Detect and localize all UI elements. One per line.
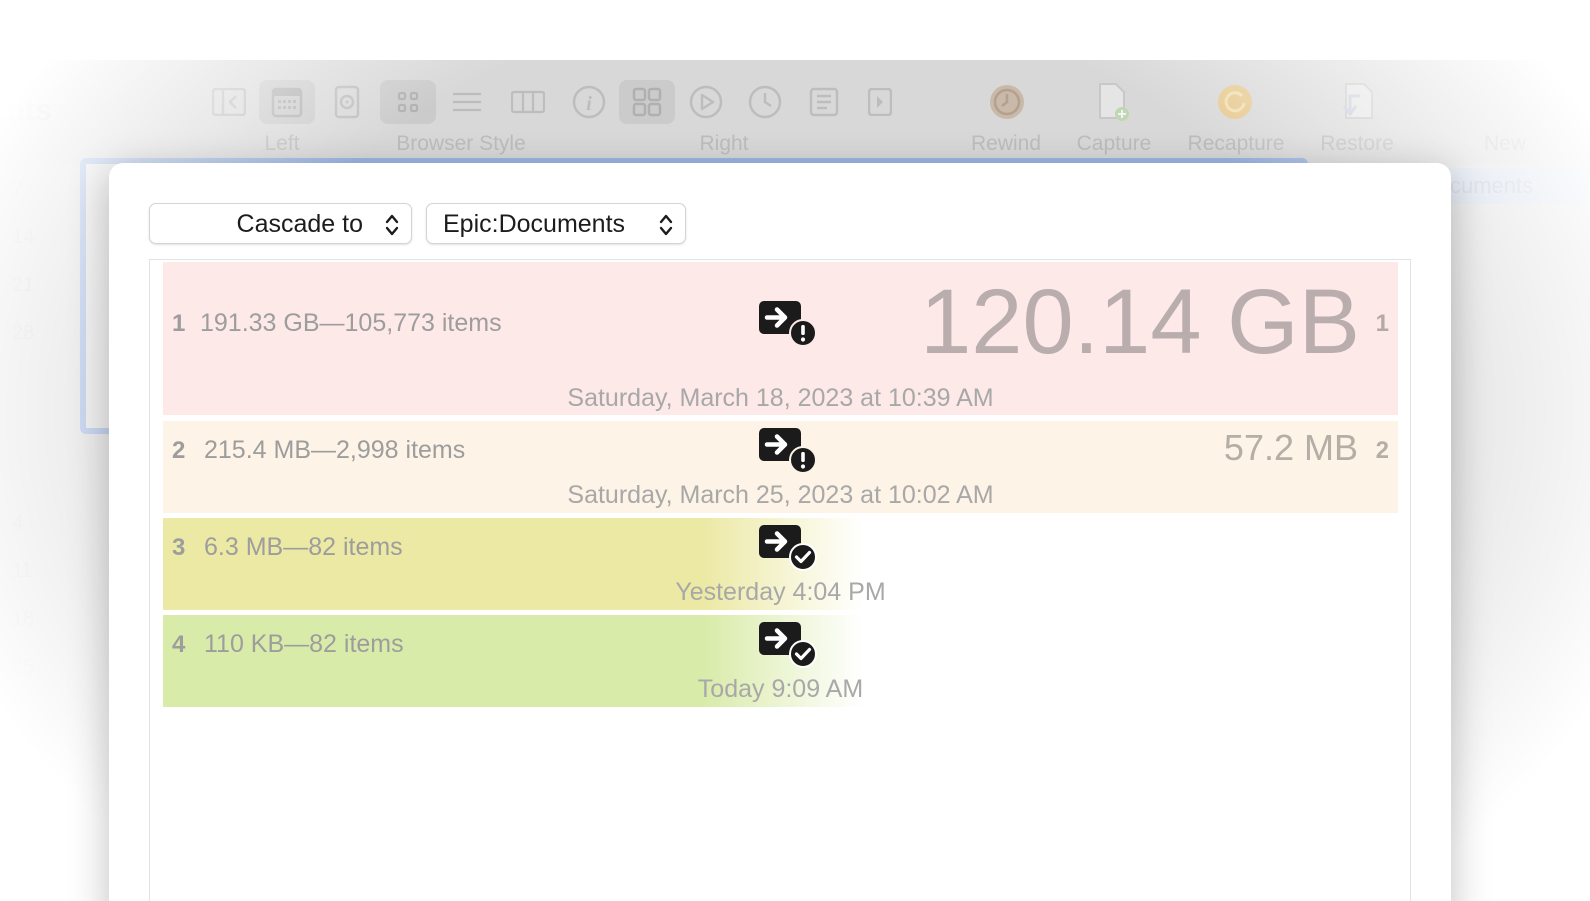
snapshot-row-4[interactable]: 4 110 KB—82 items Today 9:09 AM: [163, 615, 1398, 707]
snapshot-row-3[interactable]: 3 6.3 MB—82 items Yesterday 4:04 PM: [163, 518, 1398, 610]
gallery-view-icon: [619, 80, 675, 124]
row-index: 4: [172, 631, 186, 658]
toolbar-label-right: Right: [699, 132, 749, 155]
background-row-number: 25: [12, 656, 35, 678]
row-right-index: 1: [1375, 310, 1389, 337]
background-row-number: 4: [12, 512, 24, 534]
background-row-number: 14: [12, 226, 35, 248]
clock-icon: [742, 80, 788, 124]
rewind-icon: [984, 80, 1030, 124]
transfer-success-icon: [759, 622, 817, 668]
toolbar-label-restore: Restore: [1320, 132, 1394, 155]
chevron-updown-icon: [659, 214, 673, 236]
row-date: Today 9:09 AM: [697, 675, 864, 703]
column-view-icon: [505, 80, 551, 124]
row-date: Saturday, March 25, 2023 at 10:02 AM: [567, 481, 994, 509]
background-row-number: 11: [12, 560, 33, 582]
recapture-icon: [1212, 80, 1258, 124]
background-toolbar: ents i: [0, 60, 1590, 165]
cascade-mode-popup[interactable]: Cascade to: [149, 203, 412, 244]
capture-icon: [1090, 80, 1136, 124]
row-size-info: 215.4 MB—2,998 items: [204, 436, 466, 464]
notes-icon: [801, 80, 847, 124]
toolbar-label-browser-style: Browser Style: [396, 132, 526, 155]
background-row-number: 7: [12, 178, 24, 200]
toolbar-label-rewind: Rewind: [970, 132, 1042, 155]
row-index: 2: [172, 437, 186, 464]
row-size-large: 120.14 GB: [920, 271, 1360, 373]
list-view-icon: [444, 80, 490, 124]
chevron-updown-icon: [385, 214, 399, 236]
snapshot-row-2[interactable]: 2 215.4 MB—2,998 items 57.2 MB 2 Saturda…: [163, 421, 1398, 513]
background-row-number: 18: [12, 608, 35, 630]
background-row-number: 21: [12, 274, 35, 296]
restore-icon: [1334, 80, 1380, 124]
row-date: Saturday, March 18, 2023 at 10:39 AM: [567, 384, 994, 412]
calendar-icon: [259, 80, 315, 124]
row-size-large: 57.2 MB: [1223, 427, 1358, 468]
disk-icon: [324, 80, 370, 124]
row-index: 1: [172, 310, 186, 337]
snapshot-row-1[interactable]: 1 191.33 GB—105,773 items 120.14 GB 1 Sa…: [163, 262, 1398, 415]
row-index: 3: [172, 534, 186, 561]
play-icon: [683, 80, 729, 124]
cascade-sheet: Cascade to Epic:Documents 1 191.33 GB—10…: [109, 163, 1451, 901]
background-path-pill: cuments: [1440, 168, 1590, 204]
transfer-warning-icon: [759, 428, 817, 474]
cascade-mode-label: Cascade to: [236, 210, 363, 238]
right-sidebar-icon: [857, 80, 903, 124]
left-sidebar-icon: [206, 80, 252, 124]
row-date: Yesterday 4:04 PM: [675, 578, 886, 606]
info-icon: i: [566, 80, 612, 124]
toolbar-label-recapture: Recapture: [1187, 132, 1285, 155]
row-size-info: 110 KB—82 items: [204, 630, 404, 658]
toolbar-label-capture: Capture: [1076, 132, 1152, 155]
svg-text:i: i: [586, 93, 592, 115]
toolbar-label-left: Left: [264, 132, 300, 155]
row-size-info: 191.33 GB—105,773 items: [200, 309, 502, 337]
snapshot-list: 1 191.33 GB—105,773 items 120.14 GB 1 Sa…: [149, 259, 1411, 901]
target-volume-label: Epic:Documents: [443, 210, 626, 238]
target-volume-popup[interactable]: Epic:Documents: [426, 203, 686, 244]
transfer-warning-icon: [759, 301, 817, 347]
icon-view-icon: [380, 80, 436, 124]
transfer-success-icon: [759, 525, 817, 571]
background-window-title: ents: [0, 94, 52, 127]
background-row-number: 28: [12, 322, 35, 344]
toolbar-label-new: New: [1483, 132, 1526, 155]
background-path-pill-text: cuments: [1450, 173, 1534, 198]
row-right-index: 2: [1375, 437, 1389, 464]
row-size-info: 6.3 MB—82 items: [204, 533, 403, 561]
